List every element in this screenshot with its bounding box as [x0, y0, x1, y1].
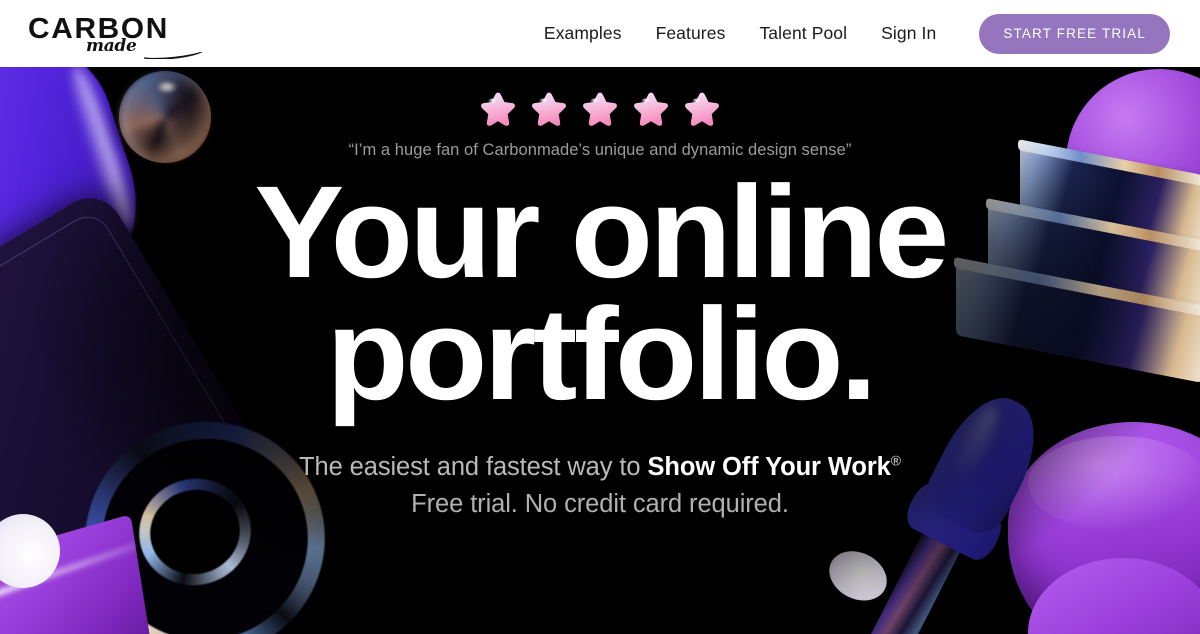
start-free-trial-button[interactable]: START FREE TRIAL: [979, 13, 1170, 54]
headline-line-1: Your online: [254, 158, 949, 305]
hero-section: “I’m a huge fan of Carbonmade’s unique a…: [0, 67, 1200, 634]
star-icon: [583, 92, 617, 126]
rating-stars: [0, 89, 1200, 131]
star-icon: [532, 92, 566, 126]
site-header: CARBON made Examples Features Talent Poo…: [0, 0, 1200, 67]
subheading-prefix: The easiest and fastest way to: [299, 452, 648, 481]
hero-headline: Your online portfolio.: [0, 158, 1200, 428]
trademark-symbol: ®: [890, 452, 901, 469]
star-icon: [634, 92, 668, 126]
subheading-line-2: Free trial. No credit card required.: [411, 490, 789, 519]
nav-link-sign-in[interactable]: Sign In: [864, 15, 953, 52]
decor-white-orb-right: [820, 541, 896, 610]
subheading-strong: Show Off Your Work: [647, 452, 891, 481]
logo-swash-icon: [144, 52, 210, 59]
star-icon: [481, 92, 515, 126]
headline-line-2: portfolio.: [326, 280, 877, 428]
hero-subheading: The easiest and fastest way to Show Off …: [0, 449, 1200, 524]
hero-content: “I’m a huge fan of Carbonmade’s unique a…: [0, 67, 1200, 524]
logo-script-made: made: [86, 35, 137, 56]
nav-link-examples[interactable]: Examples: [527, 15, 639, 52]
main-navigation: Examples Features Talent Pool Sign In ST…: [527, 13, 1170, 54]
star-icon: [685, 92, 719, 126]
landing-page: CARBON made Examples Features Talent Poo…: [0, 0, 1200, 634]
nav-link-features[interactable]: Features: [639, 15, 743, 52]
carbonmade-logo[interactable]: CARBON made: [28, 9, 203, 59]
nav-link-talent-pool[interactable]: Talent Pool: [742, 15, 864, 52]
